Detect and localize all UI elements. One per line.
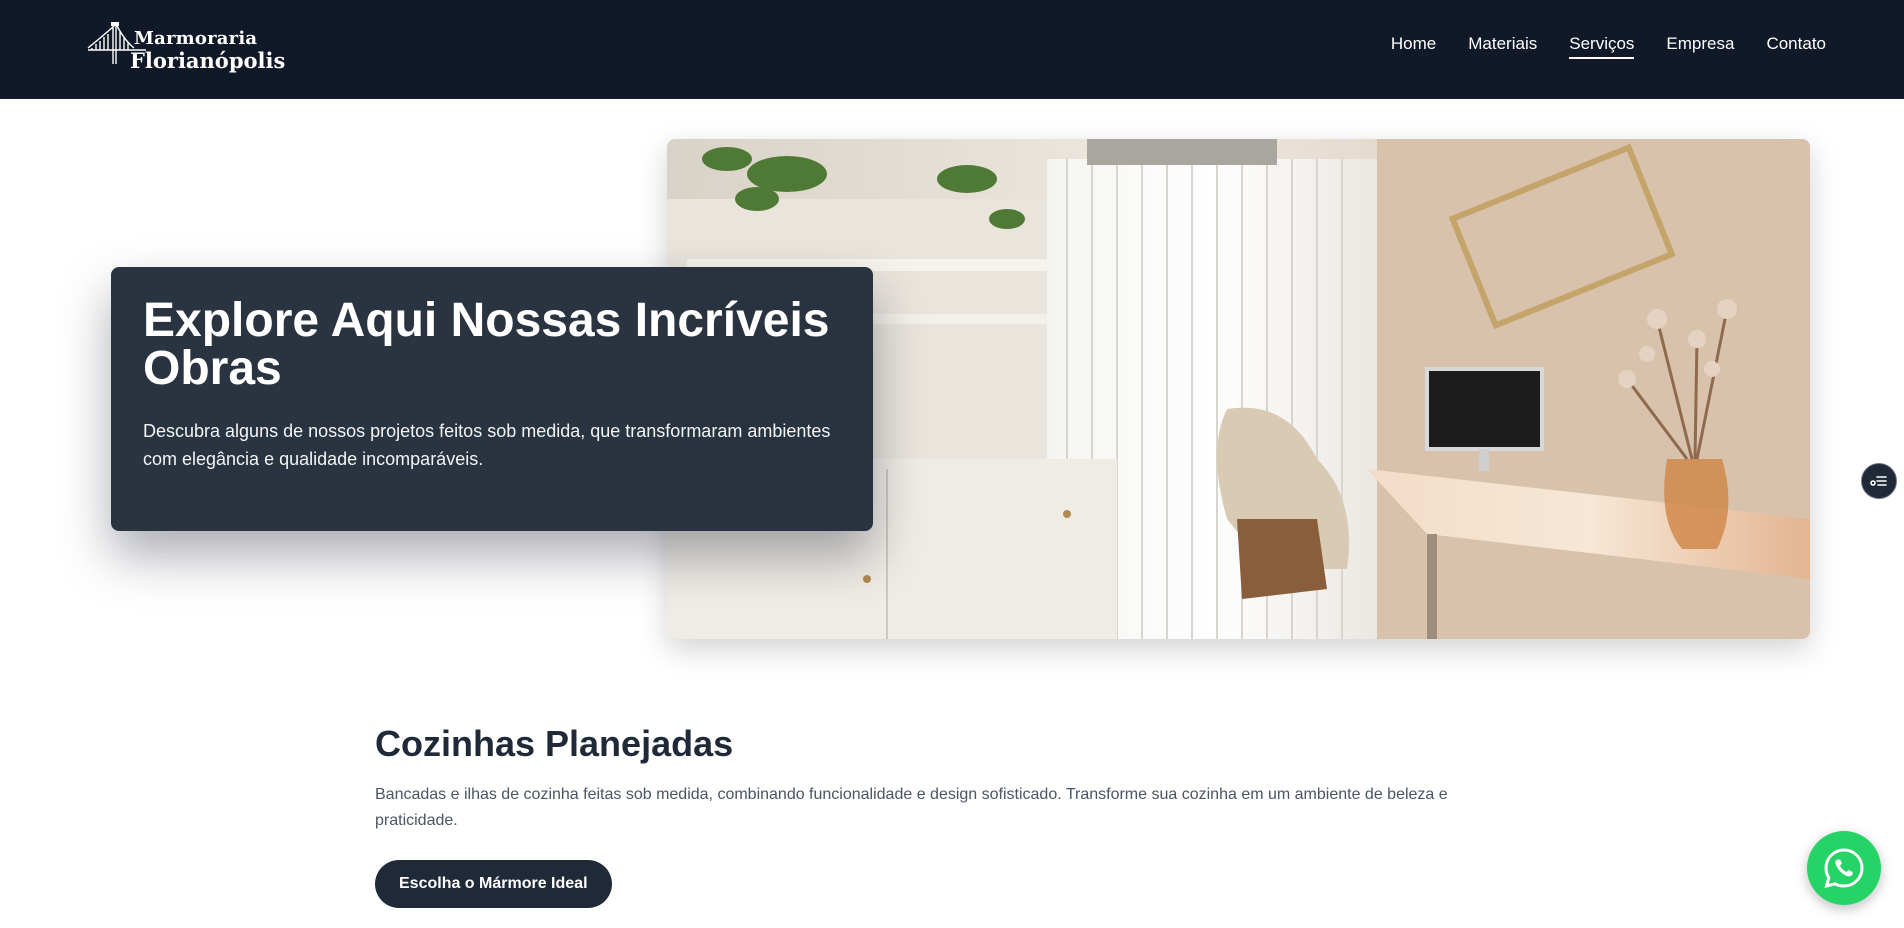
section-title: Cozinhas Planejadas — [375, 723, 734, 764]
hero-description: Descubra alguns de nossos projetos feito… — [143, 421, 831, 469]
menu-list-icon — [1870, 476, 1887, 486]
whatsapp-button[interactable] — [1807, 831, 1881, 905]
section-cozinhas: Cozinhas Planejadas Bancadas e ilhas de … — [375, 720, 1475, 908]
site-logo[interactable]: Marmoraria Florianópolis — [86, 18, 285, 74]
logo-line1: Marmoraria — [134, 28, 258, 49]
hero-card: Explore Aqui Nossas Incríveis Obras Desc… — [111, 267, 873, 531]
hero-title: Explore Aqui Nossas Incríveis Obras — [143, 294, 830, 395]
nav-contato[interactable]: Contato — [1766, 34, 1826, 59]
cta-button[interactable]: Escolha o Mármore Ideal — [375, 860, 612, 908]
logo-line2: Florianópolis — [130, 48, 286, 73]
nav-home[interactable]: Home — [1391, 34, 1436, 59]
section-description: Bancadas e ilhas de cozinha feitas sob m… — [375, 786, 1448, 829]
logo-text: Marmoraria Florianópolis — [130, 28, 286, 73]
site-header: Marmoraria Florianópolis Home Materiais … — [0, 0, 1904, 99]
nav-servicos[interactable]: Serviços — [1569, 34, 1635, 59]
menu-list-button[interactable] — [1861, 463, 1897, 499]
whatsapp-icon — [1824, 848, 1864, 889]
main-nav: Home Materiais Serviços Empresa Contato — [1391, 34, 1826, 59]
nav-materiais[interactable]: Materiais — [1468, 34, 1537, 59]
nav-empresa[interactable]: Empresa — [1666, 34, 1734, 59]
